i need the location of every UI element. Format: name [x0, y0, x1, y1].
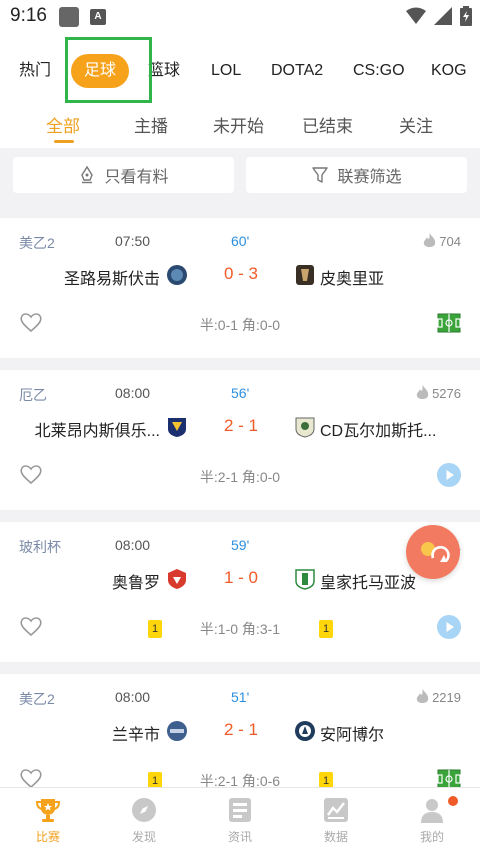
away-team-logo-icon — [295, 569, 315, 590]
heat-value: 704 — [439, 233, 461, 249]
match-minute: 60' — [231, 233, 250, 249]
home-team-logo-icon — [167, 721, 187, 741]
home-team-logo-icon — [167, 265, 187, 285]
match-minute: 59' — [231, 537, 250, 553]
away-team: 皇家托马亚波 — [320, 575, 417, 592]
pen-icon — [81, 166, 94, 184]
kickoff-time: 08:00 — [115, 537, 151, 553]
home-team: 圣路易斯伏击 — [63, 271, 160, 288]
nav-matches[interactable]: 比赛 — [0, 796, 96, 845]
away-team: CD瓦尔加斯托... — [320, 423, 437, 440]
home-team-logo-icon — [168, 569, 186, 589]
battery-icon — [460, 6, 472, 26]
bottom-navigation: 比赛 发现 资讯 数据 我的 — [0, 787, 480, 853]
away-team: 安阿博尔 — [320, 727, 385, 744]
home-team: 奥鲁罗 — [111, 575, 160, 592]
tips-only-button[interactable]: 只看有料 — [13, 157, 234, 193]
funnel-icon — [312, 167, 329, 183]
filter-bar: 只看有料 联赛筛选 — [0, 148, 480, 216]
match-minute: 56' — [231, 385, 250, 401]
app-notification-icon: A — [90, 9, 106, 25]
flame-icon — [424, 233, 436, 247]
notification-icon — [59, 7, 79, 27]
match-status-tabs: 全部 主播 未开始 已结束 关注 — [0, 106, 480, 148]
kickoff-time: 07:50 — [115, 233, 151, 249]
active-tab-indicator — [54, 140, 74, 143]
match-minute: 51' — [231, 689, 250, 705]
tab-kog[interactable]: KOG — [431, 54, 467, 88]
match-card[interactable]: 厄乙 08:00 56' 5276 北莱昂内斯俱乐... 2 - 1 CD瓦尔加… — [0, 370, 480, 510]
heat-value: 5276 — [432, 385, 461, 401]
nav-news-label: 资讯 — [227, 830, 252, 844]
tab-finished[interactable]: 已结束 — [302, 112, 353, 137]
nav-data[interactable]: 数据 — [288, 796, 384, 845]
tab-dota2[interactable]: DOTA2 — [271, 54, 323, 88]
away-team-logo-icon — [295, 417, 315, 438]
compass-icon — [132, 798, 156, 822]
refresh-floating-button[interactable] — [406, 525, 460, 579]
away-team-logo-icon — [296, 265, 314, 285]
match-score: 2 - 1 — [223, 416, 259, 435]
flame-icon — [416, 385, 429, 399]
kickoff-time: 08:00 — [115, 385, 151, 401]
heat-value: 2219 — [432, 689, 461, 705]
status-icons — [406, 6, 472, 26]
tab-following[interactable]: 关注 — [399, 112, 433, 137]
profile-icon — [421, 799, 443, 823]
tab-streamers[interactable]: 主播 — [134, 112, 168, 137]
signal-icon — [434, 7, 452, 25]
heat-count: 5276 — [416, 385, 461, 401]
half-corner-stats: 半:1-0 角:3-1 — [199, 621, 281, 637]
league-name: 玻利杯 — [19, 539, 61, 555]
away-team: 皮奥里亚 — [320, 271, 385, 288]
away-yellow-card: 1 — [319, 620, 333, 638]
notification-dot — [448, 796, 458, 806]
league-filter-button[interactable]: 联赛筛选 — [246, 157, 467, 193]
tab-not-started[interactable]: 未开始 — [213, 112, 264, 137]
nav-profile[interactable]: 我的 — [384, 796, 480, 845]
status-time: 9:16 — [10, 5, 47, 26]
home-team-logo-icon — [168, 418, 186, 437]
tab-csgo[interactable]: CS:GO — [353, 54, 405, 88]
nav-data-label: 数据 — [323, 830, 348, 844]
match-score: 2 - 1 — [223, 720, 259, 739]
nav-discover-label: 发现 — [131, 830, 156, 844]
league-name: 美乙2 — [19, 235, 55, 251]
tips-only-label: 只看有料 — [104, 169, 169, 186]
match-score: 1 - 0 — [223, 568, 259, 587]
nav-profile-label: 我的 — [419, 830, 444, 844]
heat-count: 2219 — [416, 689, 461, 705]
news-icon — [229, 798, 251, 822]
selection-highlight — [65, 37, 152, 103]
away-team-logo-icon — [295, 721, 315, 741]
kickoff-time: 08:00 — [115, 689, 151, 705]
chart-icon — [324, 798, 348, 822]
league-name: 美乙2 — [19, 691, 55, 707]
heat-count: 704 — [423, 233, 461, 249]
tab-all[interactable]: 全部 — [46, 112, 80, 137]
match-card[interactable]: 美乙2 07:50 60' 704 圣路易斯伏击 0 - 3 皮奥里亚 半:0-… — [0, 218, 480, 358]
match-score: 0 - 3 — [223, 264, 259, 283]
half-corner-stats: 半:2-1 角:0-0 — [199, 469, 281, 485]
play-icon[interactable] — [437, 463, 461, 487]
play-icon[interactable] — [437, 615, 461, 639]
tab-hot[interactable]: 热门 — [19, 54, 51, 88]
pitch-icon[interactable] — [437, 311, 461, 335]
home-team: 兰辛市 — [111, 727, 160, 744]
nav-matches-label: 比赛 — [35, 830, 60, 844]
nav-news[interactable]: 资讯 — [192, 796, 288, 845]
tab-lol[interactable]: LOL — [211, 54, 241, 88]
home-team: 北莱昂内斯俱乐... — [34, 423, 160, 440]
trophy-icon — [35, 799, 61, 822]
nav-discover[interactable]: 发现 — [96, 796, 192, 845]
half-corner-stats: 半:0-1 角:0-0 — [199, 317, 281, 333]
league-name: 厄乙 — [19, 387, 47, 403]
tab-basketball[interactable]: 篮球 — [148, 54, 180, 88]
status-bar: 9:16 A — [0, 0, 480, 34]
app-screen: 9:16 A 热门 足球 篮球 LOL DOTA2 CS:GO KOG 全部 主… — [0, 0, 480, 853]
refresh-icon — [421, 542, 450, 562]
league-filter-label: 联赛筛选 — [337, 169, 402, 186]
flame-icon — [416, 689, 429, 703]
wifi-icon — [406, 7, 426, 24]
